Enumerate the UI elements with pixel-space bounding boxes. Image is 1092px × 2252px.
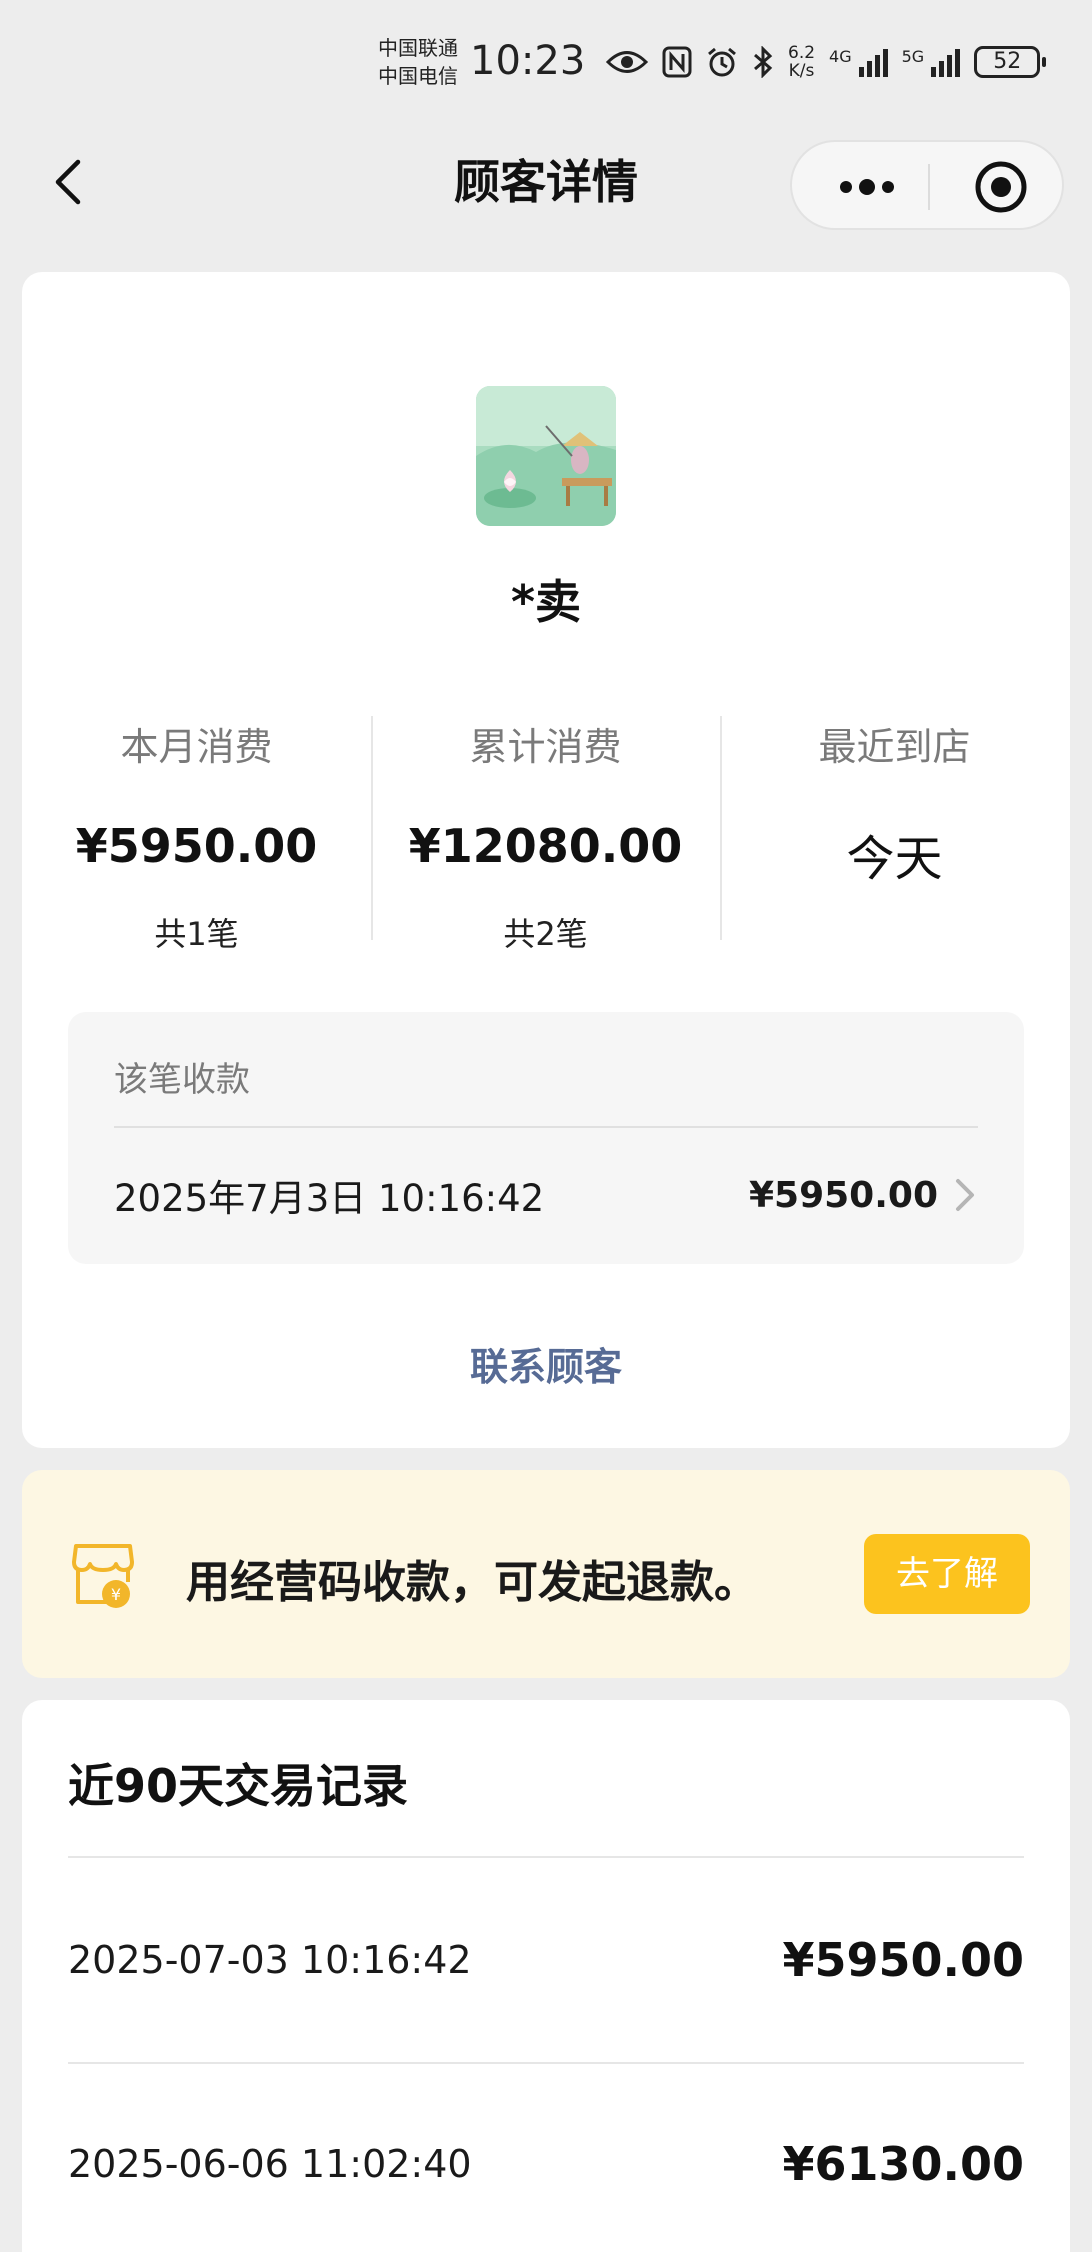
payment-right: ¥5950.00: [749, 1175, 978, 1216]
target-icon[interactable]: [972, 158, 1030, 216]
record-time: 2025-06-06 11:02:40: [68, 2142, 472, 2186]
nav-bar: 顾客详情: [0, 130, 1092, 240]
records-card: 近90天交易记录 2025-07-03 10:16:42 ¥5950.00 20…: [22, 1700, 1070, 2252]
battery-indicator: 52: [974, 46, 1047, 78]
payment-amount: ¥5950.00: [748, 1174, 938, 1216]
stat-value: ¥5950.00: [75, 819, 318, 873]
net-speed-value: 6.2: [788, 43, 816, 63]
chevron-right-icon: [956, 1179, 974, 1211]
divider: [114, 1126, 978, 1128]
payment-box: 该笔收款 2025年7月3日 10:16:42 ¥5950.00: [68, 1012, 1024, 1264]
record-time: 2025-07-03 10:16:42: [68, 1938, 472, 1982]
payment-title: 该笔收款: [114, 1060, 250, 1100]
signal-2-label: 5G: [901, 47, 925, 66]
customer-name: *卖: [510, 575, 582, 629]
eye-icon: [606, 51, 648, 73]
avatar-image: [476, 386, 616, 526]
learn-more-button[interactable]: 去了解: [864, 1534, 1030, 1614]
status-time: 10:23: [470, 38, 586, 84]
signal-1: 4G: [829, 47, 888, 77]
signal-1-label: 4G: [829, 47, 852, 66]
payment-datetime: 2025年7月3日 10:16:42: [114, 1177, 545, 1220]
stat-month: 本月消费 ¥5950.00 共1笔: [22, 716, 371, 953]
net-speed-unit: K/s: [788, 61, 815, 81]
stat-value: ¥12080.00: [408, 819, 683, 873]
record-amount: ¥6130.00: [782, 2137, 1024, 2191]
mini-program-capsule: [790, 140, 1064, 230]
divider: [68, 1856, 1024, 1858]
banner-text: 用经营码收款，可发起退款。: [186, 1557, 758, 1608]
stat-label: 最近到店: [818, 725, 971, 769]
stat-value: 今天: [846, 831, 943, 887]
stat-label: 累计消费: [469, 725, 622, 769]
signal-2: 5G: [902, 47, 961, 77]
status-bar: 中国联通 中国电信 10:23 6.2 K/s 4G 5G 52: [0, 0, 1092, 120]
avatar: [476, 386, 616, 526]
stats-row: 本月消费 ¥5950.00 共1笔 累计消费 ¥12080.00 共2笔 最近到…: [22, 716, 1070, 953]
record-row[interactable]: 2025-06-06 11:02:40 ¥6130.00: [68, 2124, 1024, 2204]
capsule-divider: [928, 164, 930, 210]
nfc-icon: [662, 46, 692, 78]
payment-row[interactable]: 2025年7月3日 10:16:42 ¥5950.00: [114, 1152, 978, 1238]
stat-last-visit: 最近到店 今天: [720, 716, 1069, 940]
stat-label: 本月消费: [120, 725, 273, 769]
carrier-1: 中国联通: [378, 36, 458, 60]
record-row[interactable]: 2025-07-03 10:16:42 ¥5950.00: [68, 1920, 1024, 2000]
bluetooth-icon: [754, 46, 773, 78]
svg-text:¥: ¥: [111, 1585, 121, 1604]
carrier-2: 中国电信: [378, 64, 458, 88]
net-speed: 6.2 K/s: [788, 44, 815, 80]
more-icon[interactable]: [832, 162, 902, 212]
carrier-info: 中国联通 中国电信: [378, 34, 458, 90]
alarm-icon: [708, 47, 736, 77]
divider: [68, 2062, 1024, 2064]
record-amount: ¥5950.00: [782, 1933, 1024, 1987]
stat-count: 共2笔: [503, 915, 588, 953]
refund-banner: ¥ 用经营码收款，可发起退款。 去了解: [22, 1470, 1070, 1678]
status-icons: 6.2 K/s 4G 5G 52: [606, 42, 1047, 82]
shop-payment-icon: ¥: [72, 1544, 134, 1608]
stat-total: 累计消费 ¥12080.00 共2笔: [371, 716, 720, 953]
customer-card: *卖 本月消费 ¥5950.00 共1笔 累计消费 ¥12080.00 共2笔 …: [22, 272, 1070, 1448]
records-title: 近90天交易记录: [68, 1759, 409, 1813]
stat-count: 共1笔: [154, 915, 239, 953]
contact-customer-link[interactable]: 联系顾客: [22, 1336, 1070, 1391]
